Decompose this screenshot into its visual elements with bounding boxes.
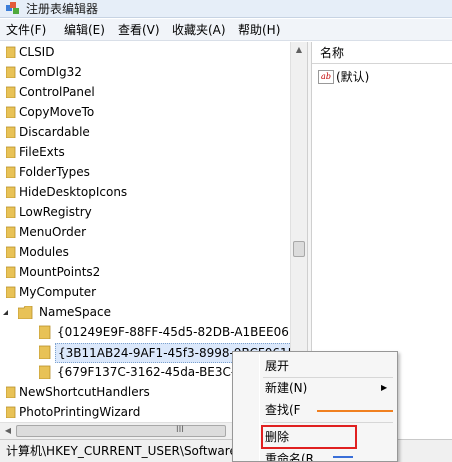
menu-file[interactable]: 文件(F) xyxy=(6,22,46,38)
scroll-left-icon[interactable]: ◀ xyxy=(0,423,16,439)
folder-icon xyxy=(6,406,16,418)
string-value-icon: ab xyxy=(318,70,334,84)
tree-item-label: {01249E9F-88FF-45d5-82DB-A1BEE06E12 xyxy=(57,325,307,339)
scroll-up-icon[interactable]: ▲ xyxy=(291,42,307,58)
context-menu: 展开 新建(N) ▶ 查找(F 删除 重命名(R xyxy=(232,351,398,462)
scroll-grip: III xyxy=(176,425,184,435)
menu-edit[interactable]: 编辑(E) xyxy=(64,22,105,38)
vertical-scroll-thumb[interactable] xyxy=(293,241,305,257)
menu-help[interactable]: 帮助(H) xyxy=(238,22,280,38)
folder-icon xyxy=(6,146,16,158)
menu-gutter xyxy=(259,354,260,461)
list-header: 名称 xyxy=(312,42,452,64)
tree-item-label: CLSID xyxy=(19,45,55,59)
folder-icon xyxy=(39,345,51,359)
folder-open-icon xyxy=(18,306,33,319)
menu-separator xyxy=(263,422,393,423)
folder-icon xyxy=(6,46,16,58)
find-underline xyxy=(317,410,393,412)
delete-highlight-box xyxy=(261,425,357,449)
menu-view[interactable]: 查看(V) xyxy=(118,22,160,38)
expand-arrow-icon[interactable] xyxy=(3,310,8,315)
folder-icon xyxy=(6,226,16,238)
folder-icon xyxy=(6,266,16,278)
registry-icon xyxy=(6,2,19,14)
tree-item-label: PhotoPrintingWizard xyxy=(19,405,141,419)
folder-icon xyxy=(6,126,16,138)
folder-icon xyxy=(6,166,16,178)
window-title: 注册表编辑器 xyxy=(26,2,99,16)
tree-item-label: CopyMoveTo xyxy=(19,105,95,119)
rename-underline xyxy=(333,456,353,458)
tree-item-label: Discardable xyxy=(19,125,90,139)
folder-icon xyxy=(6,186,16,198)
folder-icon xyxy=(6,246,16,258)
tree-item-label: FolderTypes xyxy=(19,165,90,179)
folder-icon xyxy=(39,365,51,379)
tree-item-label: LowRegistry xyxy=(19,205,92,219)
folder-icon xyxy=(6,86,16,98)
folder-icon xyxy=(6,386,16,398)
tree-item-label: MenuOrder xyxy=(19,225,87,239)
folder-icon xyxy=(6,206,16,218)
tree-item-label: {679F137C-3162-45da-BE3C-2 xyxy=(57,365,243,379)
tree-item-label: FileExts xyxy=(19,145,65,159)
value-name: (默认) xyxy=(336,70,370,84)
context-menu-new[interactable]: 新建(N) xyxy=(265,378,307,398)
tree-item-label: ControlPanel xyxy=(19,85,95,99)
tree-item-label: MountPoints2 xyxy=(19,265,101,279)
tree-item-label: ComDlg32 xyxy=(19,65,82,79)
column-header-name[interactable]: 名称 xyxy=(320,45,344,61)
folder-icon xyxy=(39,325,51,339)
title-bar: 注册表编辑器 xyxy=(0,0,452,18)
context-menu-find[interactable]: 查找(F xyxy=(265,400,301,420)
menu-bar: 文件(F) 编辑(E) 查看(V) 收藏夹(A) 帮助(H) xyxy=(0,19,452,41)
folder-icon xyxy=(6,286,16,298)
folder-icon xyxy=(6,66,16,78)
tree-item-label: NewShortcutHandlers xyxy=(19,385,150,399)
context-menu-rename[interactable]: 重命名(R xyxy=(265,449,314,461)
folder-icon xyxy=(6,106,16,118)
tree-item-label: MyComputer xyxy=(19,285,97,299)
tree-item-label: NameSpace xyxy=(39,305,111,319)
horizontal-scroll-thumb[interactable] xyxy=(16,425,226,437)
status-path: 计算机\HKEY_CURRENT_USER\Software xyxy=(6,444,237,458)
context-menu-expand[interactable]: 展开 xyxy=(265,356,289,376)
tree-item-label: Modules xyxy=(19,245,69,259)
tree-item-label: HideDesktopIcons xyxy=(19,185,128,199)
submenu-arrow-icon: ▶ xyxy=(381,383,388,392)
menu-favorites[interactable]: 收藏夹(A) xyxy=(172,22,226,38)
